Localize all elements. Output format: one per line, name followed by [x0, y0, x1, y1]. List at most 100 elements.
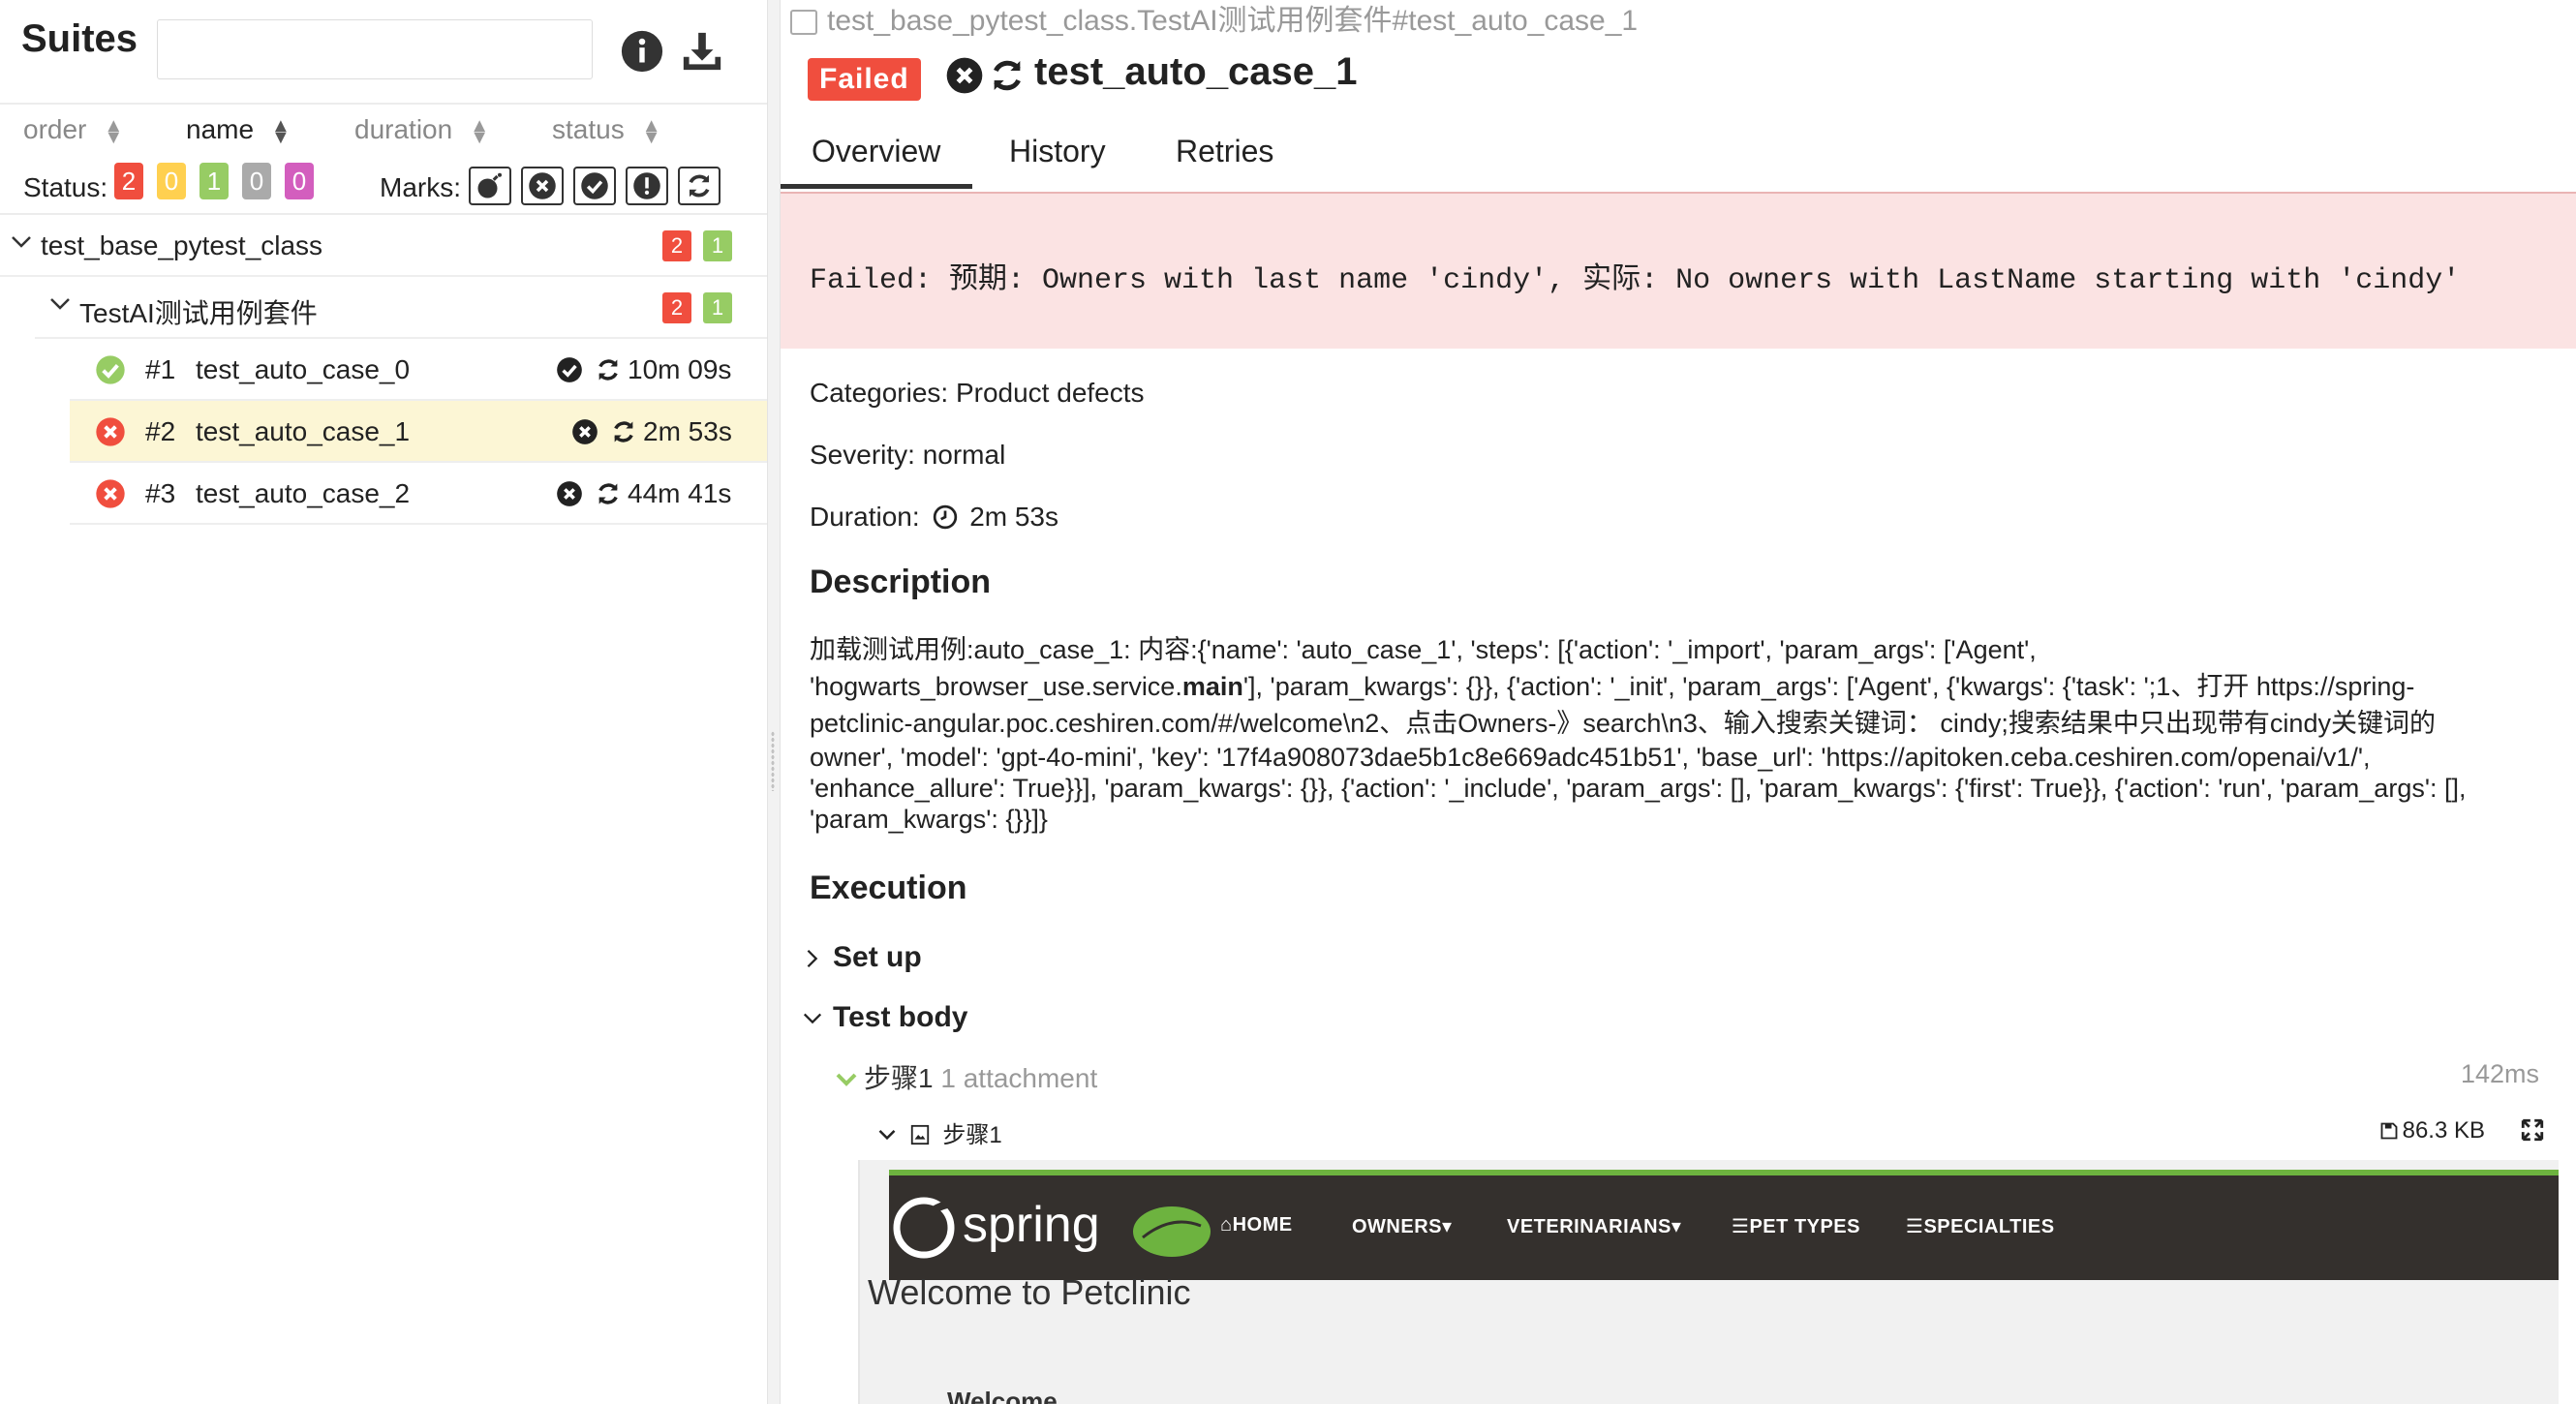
sort-name[interactable]: name ▲ ▼ — [186, 114, 291, 147]
mark-retries-toggle[interactable] — [678, 167, 721, 205]
description-fragment: 'hogwarts_browser_use.service. — [810, 672, 1182, 701]
description-fragment: '], 'param_kwargs': {}}, {'action': '_in… — [1242, 672, 2415, 701]
attachment-screenshot-preview: spring ⌂HOME OWNERS▾ VETERINARIANS▾ ☰PET… — [858, 1160, 2559, 1404]
times-circle-icon — [572, 419, 598, 444]
setup-section-toggle[interactable]: Set up — [802, 941, 922, 974]
tab-overview[interactable]: Overview — [812, 134, 940, 169]
test-detail-panel: test_base_pytest_class.TestAI测试用例套件#test… — [781, 0, 2576, 1404]
case-name: test_auto_case_0 — [196, 354, 411, 384]
test-case-row[interactable]: #1 test_auto_case_0 10m 09s — [70, 339, 767, 401]
status-skipped-toggle[interactable]: 0 — [242, 163, 271, 199]
case-name: test_auto_case_1 — [196, 416, 411, 446]
status-unknown-toggle[interactable]: 0 — [285, 163, 314, 199]
sort-duration[interactable]: duration ▲ ▼ — [354, 114, 489, 147]
tab-bar: Overview History Retries — [781, 130, 2576, 192]
attachment-size[interactable]: 86.3 KB — [2379, 1117, 2485, 1145]
tab-retries[interactable]: Retries — [1176, 134, 1273, 169]
failed-status-icon — [96, 479, 125, 508]
suite-passed-count: 1 — [703, 230, 732, 261]
spring-logo-text: spring — [963, 1197, 1100, 1253]
preview-welcome-heading: Welcome to Petclinic — [868, 1272, 1191, 1312]
sort-order[interactable]: order ▲ ▼ — [23, 114, 123, 147]
copy-icon[interactable] — [790, 10, 817, 36]
step-attachment-count: 1 attachment — [940, 1063, 1098, 1093]
subsuite-name: TestAI测试用例套件 — [79, 298, 318, 328]
description-bold: main — [1181, 672, 1243, 701]
severity: Severity: normal — [810, 440, 1006, 470]
step-name: 步骤1 — [864, 1063, 934, 1093]
save-icon — [2380, 1122, 2398, 1140]
case-name: test_auto_case_2 — [196, 478, 411, 508]
pane-splitter[interactable] — [767, 0, 781, 1404]
preview-nav-home: ⌂HOME — [1220, 1214, 1293, 1236]
preview-welcome-sub: Welcome — [947, 1387, 1058, 1404]
duration: Duration: 2m 53s — [810, 502, 1058, 533]
step-row[interactable]: 步骤1 1 attachment 142ms — [835, 1057, 2539, 1096]
drag-handle-icon[interactable] — [771, 731, 775, 791]
sort-status[interactable]: status ▲ ▼ — [552, 114, 661, 148]
categories: Categories: Product defects — [810, 378, 1145, 408]
refresh-icon — [689, 174, 710, 198]
download-icon[interactable] — [680, 29, 724, 74]
status-broken-toggle[interactable]: 0 — [157, 163, 186, 199]
breadcrumb[interactable]: test_base_pytest_class.TestAI测试用例套件#test… — [790, 0, 1638, 39]
refresh-icon — [598, 483, 618, 504]
bomb-icon — [477, 172, 502, 198]
nav-label: OWNERS — [1352, 1216, 1442, 1237]
chevron-down-icon — [12, 236, 31, 248]
case-duration: 2m 53s — [643, 416, 732, 446]
step-time: 142ms — [2460, 1059, 2539, 1088]
chevron-down-icon — [803, 1013, 822, 1024]
times-circle-icon — [557, 481, 582, 506]
testbody-section-toggle[interactable]: Test body — [802, 1001, 967, 1034]
mark-new-broken-toggle[interactable] — [626, 167, 668, 205]
sort-bar: order ▲ ▼ name ▲ ▼ duration ▲ ▼ status ▲ ▼ — [0, 107, 767, 155]
attachment-name: 步骤1 — [942, 1122, 1002, 1148]
nav-label: VETERINARIANS — [1507, 1216, 1671, 1237]
attachment-row[interactable]: 步骤1 86.3 KB — [877, 1115, 2553, 1152]
suites-title: Suites — [21, 17, 138, 60]
description-title: Description — [810, 564, 992, 600]
test-case-row[interactable]: #3 test_auto_case_2 44m 41s — [70, 463, 767, 525]
breadcrumb-text: test_base_pytest_class.TestAI测试用例套件#test… — [827, 5, 1639, 37]
test-case-row-selected[interactable]: #2 test_auto_case_1 2m 53s — [70, 401, 767, 463]
search-input[interactable] — [157, 19, 593, 79]
status-failed-toggle[interactable]: 2 — [114, 163, 143, 199]
description-line: 'hogwarts_browser_use.service.main'], 'p… — [810, 668, 2562, 705]
check-circle-icon — [581, 172, 608, 199]
nav-label: SPECIALTIES — [1923, 1216, 2055, 1237]
subsuite-failed-count: 2 — [662, 292, 691, 323]
petclinic-navbar: spring ⌂HOME OWNERS▾ VETERINARIANS▾ ☰PET… — [889, 1170, 2559, 1280]
chevron-down-icon — [50, 298, 70, 310]
passed-status-icon — [96, 355, 125, 384]
test-title: test_auto_case_1 — [1034, 50, 1358, 93]
testbody-label: Test body — [833, 1001, 968, 1033]
tab-history[interactable]: History — [1009, 134, 1106, 169]
case-number: #2 — [145, 416, 176, 446]
tree-suite-row[interactable]: test_base_pytest_class 2 1 — [0, 215, 767, 277]
duration-value: 2m 53s — [969, 502, 1059, 532]
suite-failed-count: 2 — [662, 230, 691, 261]
status-badge: Failed — [808, 58, 921, 101]
mark-new-failed-toggle[interactable] — [521, 167, 564, 205]
tree-subsuite-row[interactable]: TestAI测试用例套件 2 1 — [35, 277, 767, 339]
status-filter-bar: Status: 2 0 1 0 0 Marks: — [0, 163, 767, 211]
description-line: 'enhance_allure': True}}], 'param_kwargs… — [810, 774, 2467, 803]
case-duration: 10m 09s — [628, 354, 732, 384]
mark-flaky-toggle[interactable] — [469, 167, 511, 205]
refresh-icon — [994, 60, 1021, 91]
info-icon[interactable] — [620, 29, 664, 74]
case-number: #1 — [145, 354, 176, 384]
refresh-icon — [598, 359, 618, 381]
nav-label: HOME — [1232, 1214, 1293, 1236]
description-line: petclinic-angular.poc.ceshiren.com/#/wel… — [810, 709, 2436, 738]
expand-icon[interactable] — [2520, 1117, 2545, 1143]
mark-new-passed-toggle[interactable] — [573, 167, 616, 205]
sort-icon: ▲ ▼ — [641, 114, 661, 148]
divider — [0, 103, 767, 105]
setup-label: Set up — [833, 941, 922, 973]
sort-label: order — [23, 114, 87, 144]
sort-label: status — [552, 114, 625, 144]
description-line: 'param_kwargs': {}}]} — [810, 805, 1048, 834]
status-passed-toggle[interactable]: 1 — [199, 163, 229, 199]
